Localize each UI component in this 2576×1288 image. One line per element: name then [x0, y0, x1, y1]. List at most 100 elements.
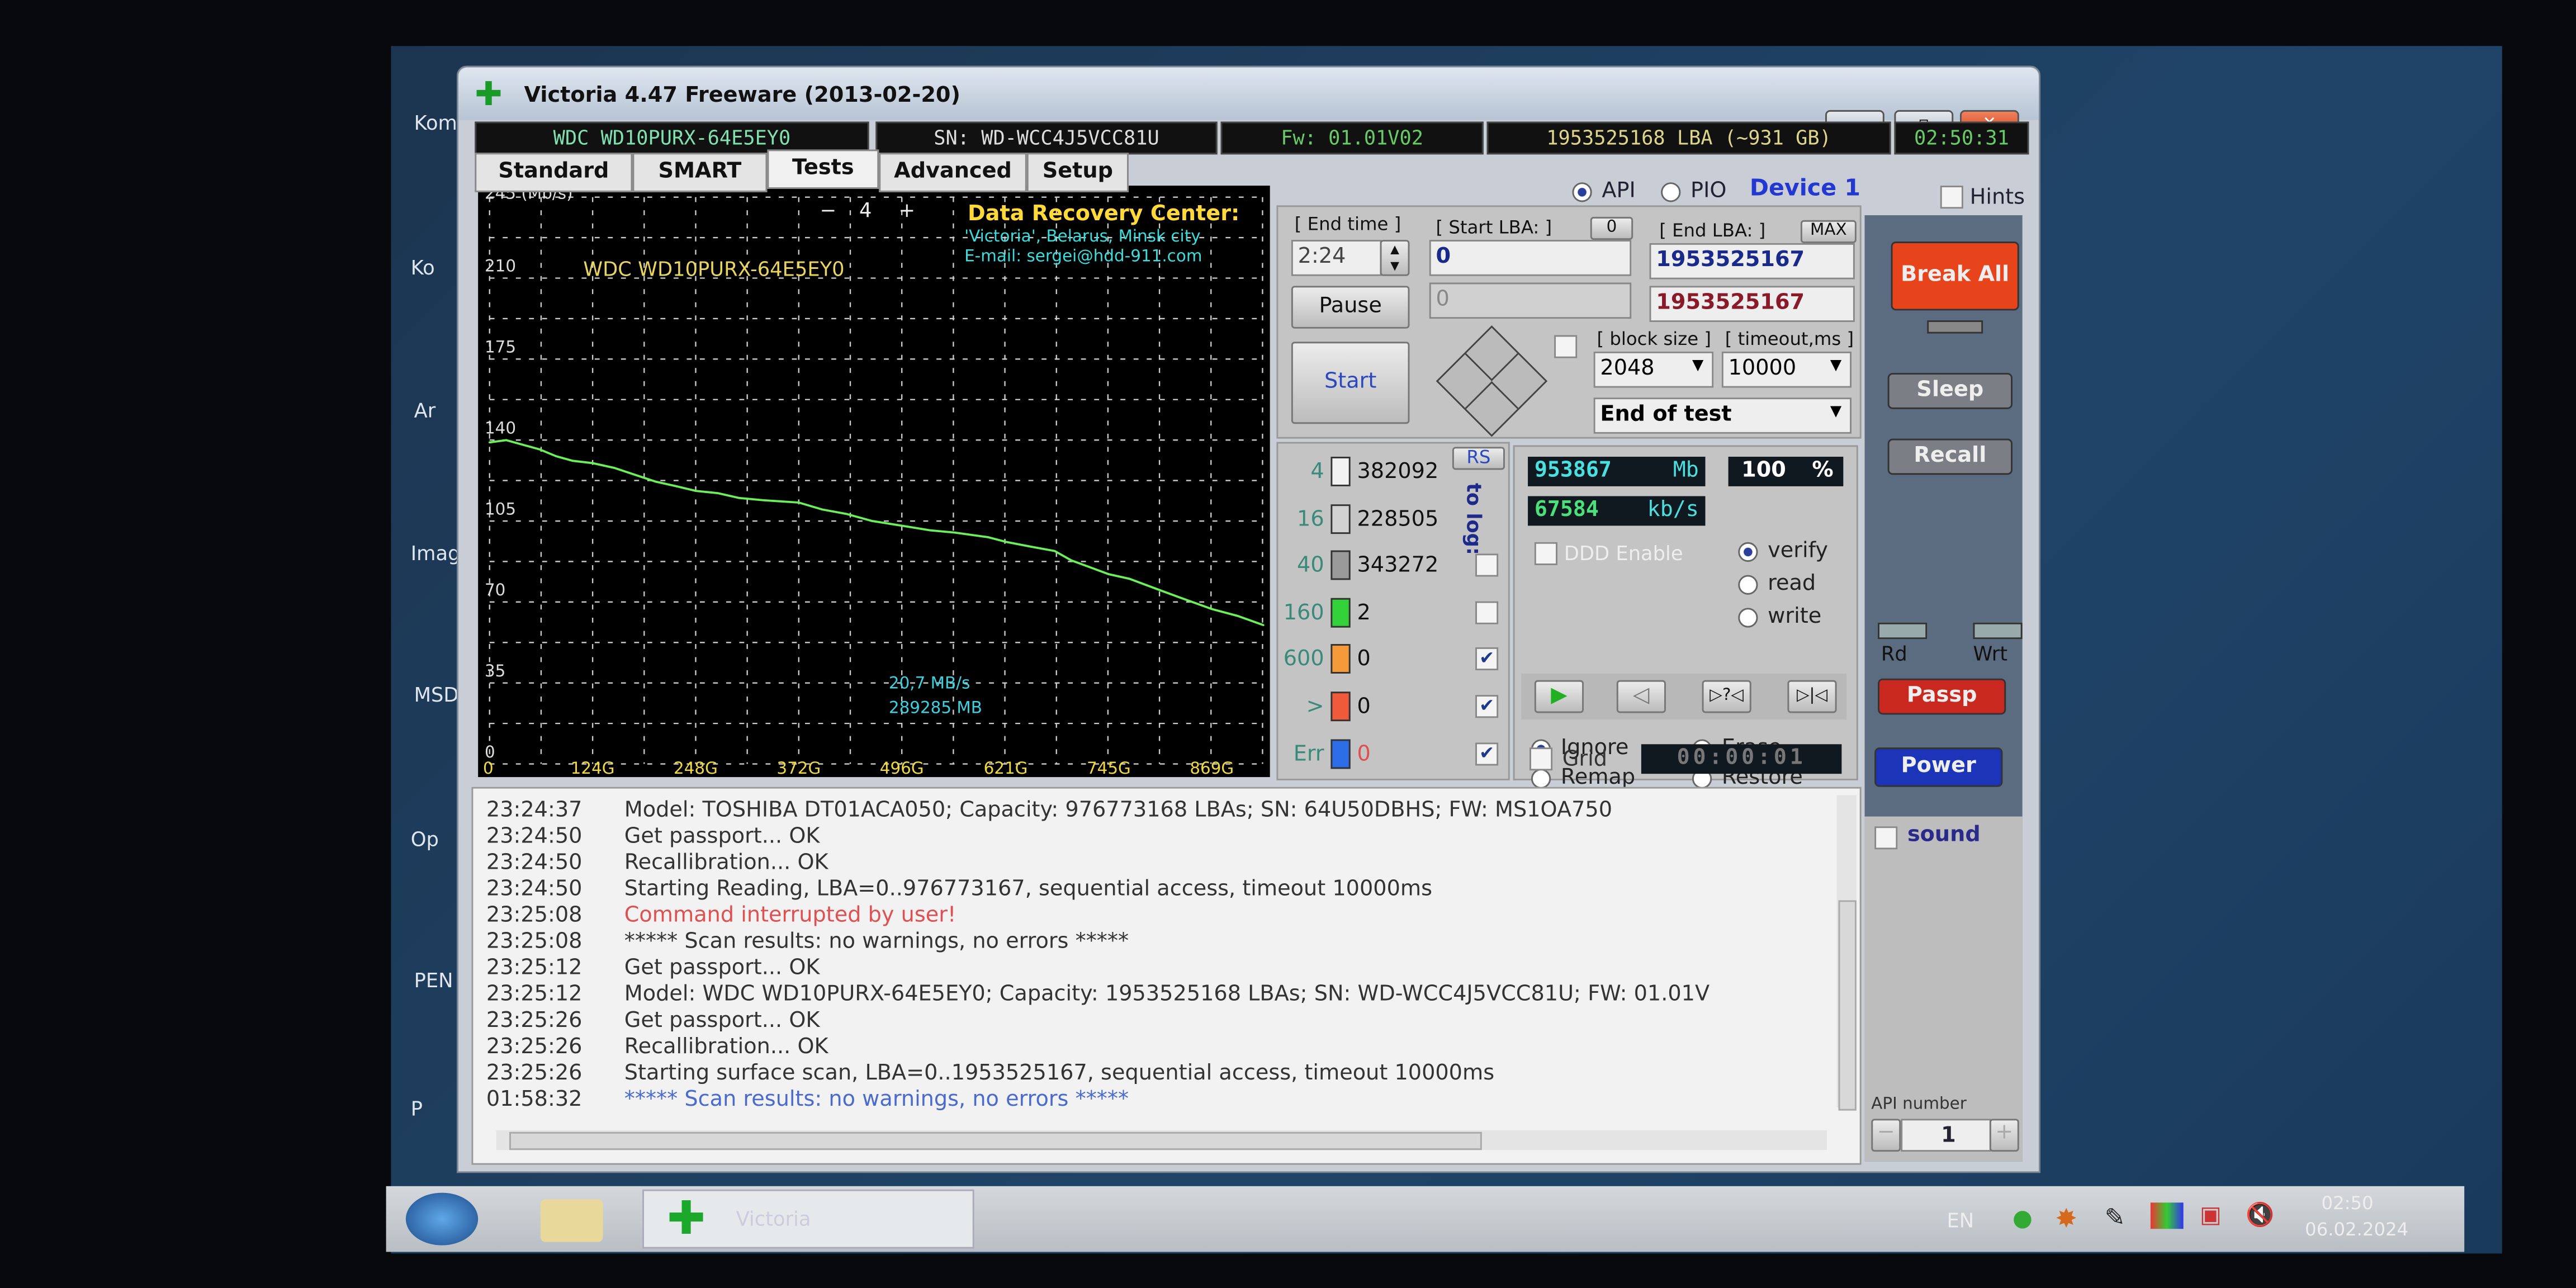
- stat-log-checkbox[interactable]: [1475, 553, 1499, 577]
- start-lba-input[interactable]: 0: [1429, 240, 1632, 276]
- power-button[interactable]: Power: [1874, 747, 2003, 787]
- desktop-icon-label[interactable]: Ko: [411, 256, 435, 279]
- start-button[interactable]: Start: [1291, 342, 1410, 424]
- device-selector[interactable]: Device 1: [1750, 176, 1860, 202]
- explorer-taskbar-button[interactable]: [540, 1199, 603, 1242]
- speed-point: [717, 492, 719, 495]
- log-message: ***** Scan results: no warnings, no erro…: [624, 930, 1129, 955]
- tab-smart[interactable]: SMART: [632, 153, 768, 192]
- api-radio[interactable]: [1572, 182, 1592, 202]
- x-tick-label: 124G: [571, 759, 615, 777]
- tab-advanced[interactable]: Advanced: [879, 153, 1027, 192]
- stat-log-checkbox[interactable]: ✔: [1475, 695, 1499, 718]
- api-number-increment[interactable]: +: [1989, 1119, 2019, 1152]
- tray-gear-icon[interactable]: ✸: [2055, 1202, 2077, 1234]
- recall-button[interactable]: Recall: [1887, 438, 2013, 475]
- tray-network-icon[interactable]: ▣: [2200, 1202, 2222, 1229]
- mode-verify-radio[interactable]: [1738, 542, 1758, 562]
- sleep-button[interactable]: Sleep: [1887, 373, 2013, 409]
- desktop-icon-label[interactable]: Ar: [414, 399, 436, 422]
- end-lba-max-button[interactable]: MAX: [1800, 220, 1857, 243]
- y-tick-label: 105: [485, 499, 516, 518]
- victoria-taskbar-button[interactable]: ✚ Victoria: [642, 1189, 974, 1249]
- random-seek-button[interactable]: ▷?◁: [1702, 680, 1751, 713]
- desktop-icon-label[interactable]: P: [411, 1097, 423, 1120]
- tab-tests[interactable]: Tests: [767, 149, 879, 189]
- desktop-icon-label[interactable]: Op: [411, 828, 439, 851]
- drc-location: 'Victoria', Belarus, Minsk city: [964, 228, 1201, 247]
- x-tick-label: 869G: [1190, 759, 1234, 777]
- break-all-button[interactable]: Break All: [1891, 242, 2019, 311]
- log-panel[interactable]: 23:24:37 Model: TOSHIBA DT01ACA050; Capac…: [471, 787, 1862, 1165]
- play-backward-button[interactable]: ◁: [1616, 680, 1666, 713]
- start-lba-reset-button[interactable]: 0: [1590, 216, 1633, 240]
- chevron-down-icon[interactable]: ▼: [1692, 358, 1703, 375]
- stat-log-checkbox[interactable]: ✔: [1475, 648, 1499, 671]
- desktop-icon-label[interactable]: PEN: [414, 969, 453, 992]
- tray-clock-time[interactable]: 02:50: [2322, 1193, 2374, 1214]
- tray-volume-muted-icon[interactable]: 🔇: [2246, 1202, 2274, 1229]
- desktop-icon-label[interactable]: Imag: [411, 542, 461, 565]
- tray-display-icon[interactable]: [2150, 1202, 2184, 1229]
- end-time-spinner[interactable]: ▲ ▼: [1380, 240, 1410, 276]
- butterfly-button[interactable]: ▷|◁: [1787, 680, 1837, 713]
- ddd-enable-checkbox[interactable]: [1534, 542, 1557, 565]
- end-action-select[interactable]: End of test: [1593, 397, 1852, 434]
- chevron-down-icon[interactable]: ▼: [1830, 404, 1841, 420]
- y-tick-label: 140: [485, 418, 516, 437]
- start-button[interactable]: [405, 1192, 479, 1246]
- mode-read-radio[interactable]: [1738, 575, 1758, 595]
- pause-button[interactable]: Pause: [1291, 286, 1410, 329]
- api-number-decrement[interactable]: −: [1871, 1119, 1901, 1152]
- log-vertical-scrollbar[interactable]: [1836, 795, 1857, 1111]
- zoom-out-button[interactable]: −: [820, 199, 836, 222]
- api-number-input[interactable]: 1: [1901, 1119, 1991, 1152]
- tray-clock-date[interactable]: 06.02.2024: [2305, 1219, 2408, 1240]
- log-horizontal-scrollbar[interactable]: [496, 1130, 1827, 1150]
- stat-log-checkbox[interactable]: [1475, 601, 1499, 624]
- drc-email[interactable]: E-mail: sergei@hdd-911.com: [964, 248, 1202, 266]
- language-indicator[interactable]: EN: [1947, 1209, 1974, 1232]
- end-lba-input[interactable]: 1953525167: [1649, 243, 1855, 280]
- title-bar[interactable]: ✚ Victoria 4.47 Freeware (2013-02-20): [458, 67, 2039, 120]
- tray-pen-icon[interactable]: ✎: [2105, 1202, 2125, 1232]
- nav-checkbox[interactable]: [1554, 335, 1578, 358]
- sound-label: sound: [1907, 823, 1981, 848]
- grid-checkbox[interactable]: [1530, 747, 1553, 771]
- log-scrollbar-thumb[interactable]: [1838, 900, 1857, 1111]
- speed-point: [522, 443, 524, 446]
- log-time: 23:25:26: [486, 1061, 583, 1086]
- end-time-input[interactable]: 2:24: [1291, 240, 1382, 276]
- tab-standard[interactable]: Standard: [475, 153, 633, 192]
- speed-point: [1070, 559, 1073, 562]
- log-message: Model: WDC WD10PURX-64E5EY0; Capacity: 1…: [624, 982, 1710, 1007]
- action-remap-radio[interactable]: [1531, 769, 1551, 789]
- speed-point: [1107, 573, 1110, 575]
- stat-log-checkbox[interactable]: ✔: [1475, 742, 1499, 765]
- log-hscroll-thumb[interactable]: [509, 1131, 1482, 1150]
- speed-point: [798, 501, 800, 504]
- mode-write-radio[interactable]: [1738, 608, 1758, 628]
- stat-count: 0: [1357, 648, 1371, 673]
- desktop-icon-label[interactable]: Kom: [414, 112, 457, 135]
- speed-point: [488, 441, 491, 444]
- arrow-down-icon[interactable]: [1465, 381, 1519, 435]
- passport-button[interactable]: Passp: [1878, 678, 2006, 715]
- log-time: 23:25:12: [486, 982, 583, 1007]
- desktop-icon-label[interactable]: MSD: [414, 684, 459, 707]
- log-row: 23:24:50 Starting Reading, LBA=0..9767731…: [486, 877, 1432, 902]
- photo-stage: Kom Ko Ar Imag MSD Op PEN P ✚ Victoria EN ● ✸ ✎…: [0, 0, 2576, 1288]
- hints-checkbox[interactable]: [1940, 186, 1963, 209]
- zoom-in-button[interactable]: +: [899, 199, 916, 222]
- reset-stats-button[interactable]: RS: [1452, 447, 1505, 470]
- pio-radio[interactable]: [1661, 182, 1681, 202]
- tray-usb-icon[interactable]: ●: [2012, 1206, 2033, 1232]
- chevron-down-icon[interactable]: ▼: [1830, 358, 1841, 375]
- sound-checkbox[interactable]: [1874, 826, 1898, 850]
- right-sidebar: Break All Sleep Recall Rd Wrt Passp Powe…: [1864, 215, 2023, 1162]
- play-forward-button[interactable]: ▶: [1534, 680, 1584, 713]
- tab-setup[interactable]: Setup: [1026, 153, 1129, 192]
- navigation-pad[interactable]: [1436, 325, 1548, 437]
- arrow-up-icon[interactable]: [1465, 328, 1519, 381]
- scan-range-panel: [ End time ] 2:24 ▲ ▼ [ Start LBA: ] 0 0 …: [1276, 205, 1862, 439]
